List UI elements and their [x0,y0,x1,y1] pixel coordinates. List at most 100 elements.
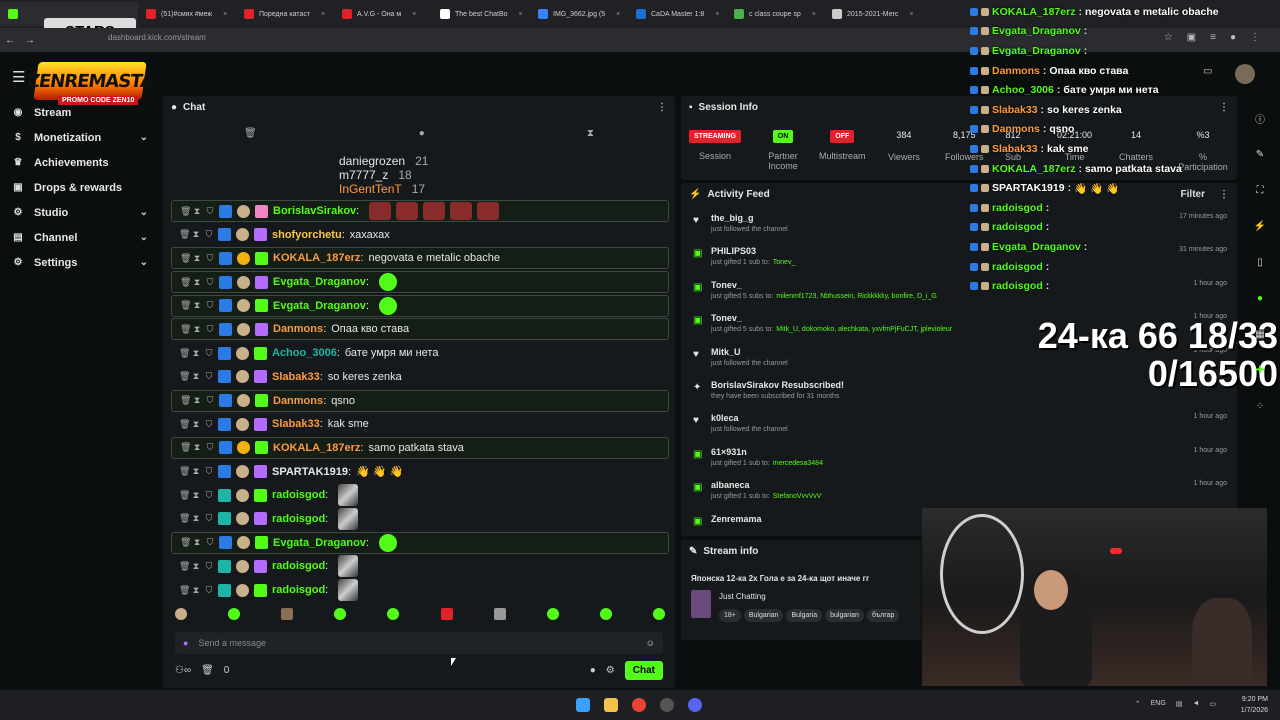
hourglass-icon[interactable]: ⧗ [587,128,594,139]
chat-trash-icon[interactable]: 🗑 [201,665,214,676]
pencil-icon[interactable]: ✎ [689,546,697,557]
tray-chevron-icon[interactable]: ⌃ [1135,700,1141,708]
timeout-icon[interactable]: ⧗ [193,277,201,288]
activity-user[interactable]: k0leca [711,413,739,423]
activity-user[interactable]: Zenremama [711,514,762,524]
emote-icon[interactable] [599,608,612,620]
stream-tag[interactable]: Bulgaria [786,609,823,622]
stream-tag[interactable]: българ [866,609,900,622]
ban-shield-icon[interactable]: ⛉ [206,300,214,311]
tab-close-icon[interactable]: × [519,11,523,18]
chat-username[interactable]: radoisgod [272,513,325,525]
trash-icon[interactable]: 🗑 [244,128,257,139]
bolt-rail-icon[interactable]: ⚡ [1248,208,1272,244]
ban-shield-icon[interactable]: ⛉ [205,229,213,240]
delete-message-icon[interactable]: 🗑 [179,348,190,359]
chat-username[interactable]: Achoo_3006 [272,347,337,359]
sidebar-item-channel[interactable]: ▤ Channel ⌄ [0,225,158,250]
emote-icon[interactable] [546,608,559,620]
browser-tab[interactable]: c class coupe sp × [726,2,824,26]
delete-message-icon[interactable]: 🗑 [180,253,191,264]
stream-tag[interactable]: 18+ [719,609,741,622]
delete-message-icon[interactable]: 🗑 [180,395,191,406]
timeout-icon[interactable]: ⧗ [193,206,201,217]
ban-shield-icon[interactable]: ⛉ [206,442,214,453]
chat-username[interactable]: KOKALA_187erz [273,252,360,264]
chat-username[interactable]: shofyorchetu [272,229,342,241]
chat-username[interactable]: Danmons [273,323,323,335]
tab-close-icon[interactable]: × [321,11,325,18]
delete-message-icon[interactable]: 🗑 [179,466,190,477]
expand-icon[interactable]: ⛶ [1248,172,1272,208]
language-indicator[interactable]: ENG [1151,700,1166,708]
chevron-down-icon[interactable]: ⌄ [140,207,148,218]
chat-gear-icon[interactable]: ⚙ [606,665,615,676]
delete-message-icon[interactable]: 🗑 [180,206,191,217]
timeout-icon[interactable]: ⧗ [192,490,200,501]
grid-icon[interactable]: ▦ [1248,316,1272,352]
emote-icon[interactable] [228,608,241,620]
wrench-icon[interactable]: ✚ [1248,352,1272,388]
file-icon[interactable]: ▯ [1248,244,1272,280]
browser-tab[interactable]: Поредна катаст × [236,2,334,26]
browser-tab[interactable]: 2015-2021-Merc × [824,2,922,26]
ban-shield-icon[interactable]: ⛉ [206,537,214,548]
ban-shield-icon[interactable]: ⛉ [206,253,214,264]
timeout-icon[interactable]: ⧗ [193,442,201,453]
activity-user[interactable]: 61×931n [711,447,747,457]
chat-username[interactable]: radoisgod [272,560,325,572]
multistream-pill[interactable]: OFF [830,130,855,143]
chat-username[interactable]: Danmons [273,395,323,407]
delete-message-icon[interactable]: 🗑 [179,419,190,430]
chat-username[interactable]: SPARTAK1919 [272,466,348,478]
chevron-down-icon[interactable]: ⌄ [140,257,148,268]
url-field[interactable]: dashboard.kick.com/stream [108,33,206,42]
discord-icon[interactable] [688,698,702,712]
chat-input[interactable]: ● Send a message ☺ [175,632,663,654]
chat-username[interactable]: Evgata_Draganov [273,276,366,288]
chat-settings-bubble-icon[interactable]: ● [590,665,596,676]
browser-tab[interactable]: (51)#смях #меж × [138,2,236,26]
timeout-icon[interactable]: ⧗ [192,419,200,430]
activity-user[interactable]: the_big_g [711,213,754,223]
emote-icon[interactable] [387,608,400,620]
mic-icon[interactable]: ● [183,638,188,648]
ban-shield-icon[interactable]: ⛉ [206,206,214,217]
delete-message-icon[interactable]: 🗑 [179,585,190,596]
timeout-icon[interactable]: ⧗ [192,466,200,477]
delete-message-icon[interactable]: 🗑 [179,229,190,240]
sidebar-item-stream[interactable]: ◉ Stream [0,100,158,125]
ban-shield-icon[interactable]: ⛉ [205,419,213,430]
activity-user[interactable]: PHILIPS03 [711,246,756,256]
tab-close-icon[interactable]: × [909,11,913,18]
browser-tab[interactable]: IMG_3662.jpg (5 × [530,2,628,26]
emote-icon[interactable] [652,608,665,620]
stream-tag[interactable]: bulgarian [825,609,864,622]
chat-username[interactable]: KOKALA_187erz [273,442,360,454]
partner-pill[interactable]: ON [772,130,794,143]
sidebar-item-studio[interactable]: ⚙ Studio ⌄ [0,200,158,225]
activity-user[interactable]: Tonev_ [711,313,742,323]
browser-tab[interactable]: The best ChatBo × [432,2,530,26]
battery-icon[interactable]: ▭ [1209,700,1216,708]
forward-icon[interactable]: → [20,35,40,46]
delete-message-icon[interactable]: 🗑 [179,371,190,382]
delete-message-icon[interactable]: 🗑 [180,324,191,335]
windows-start-icon[interactable] [576,698,590,712]
timeout-icon[interactable]: ⧗ [193,395,201,406]
activity-user[interactable]: albaneca [711,480,750,490]
timeout-icon[interactable]: ⧗ [192,585,200,596]
timeout-icon[interactable]: ⧗ [192,513,200,524]
hamburger-menu-icon[interactable]: ☰ [12,68,25,86]
chat-username[interactable]: Evgata_Draganov [273,537,366,549]
dots-icon[interactable]: ⁘ [1248,388,1272,424]
timeout-icon[interactable]: ⧗ [193,300,201,311]
sidebar-item-achievements[interactable]: ♛ Achievements [0,150,158,175]
chat-username[interactable]: Slabak33 [272,418,320,430]
chat-menu-icon[interactable]: ⋮ [657,102,667,113]
chrome-icon[interactable] [632,698,646,712]
ban-shield-icon[interactable]: ⛉ [205,466,213,477]
delete-message-icon[interactable]: 🗑 [179,490,190,501]
activity-user[interactable]: BorislavSirakov Resubscribed! [711,380,844,390]
browser-tab[interactable]: CaDA Master 1:8 × [628,2,726,26]
